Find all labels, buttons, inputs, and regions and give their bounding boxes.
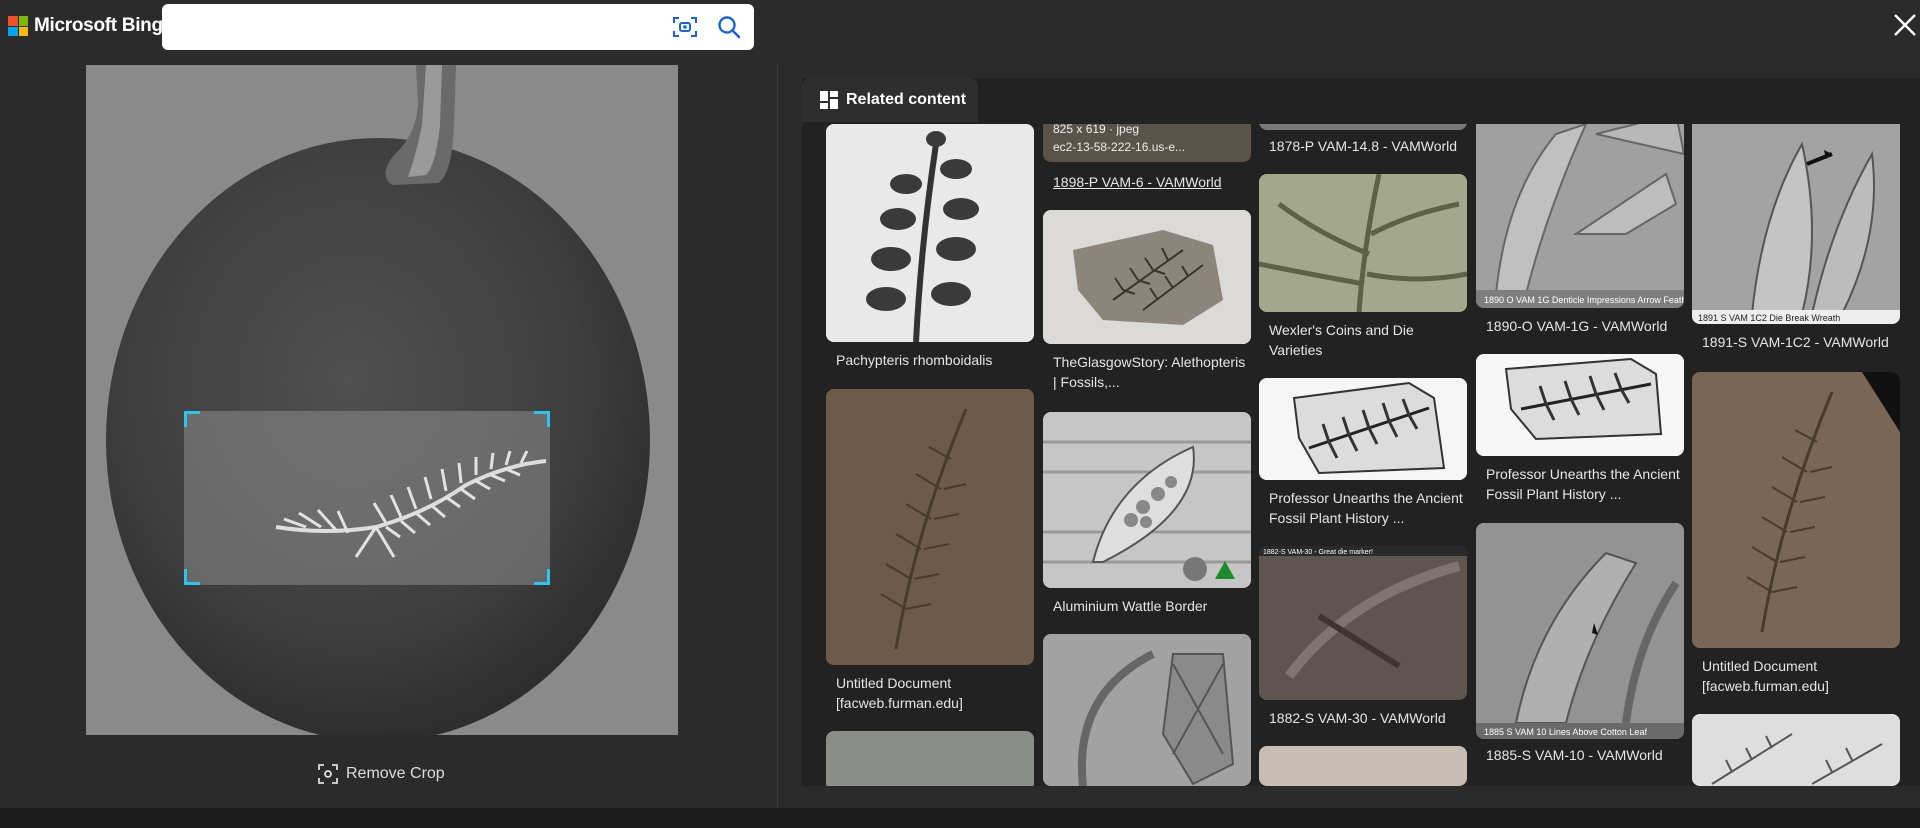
related-content-pane: Related content Pachypteris rhomboidalis… [802,78,1920,786]
result-caption: 1885-S VAM-10 - VAMWorld [1486,747,1663,763]
result-thumbnail [1259,124,1467,130]
crop-handle-top-right[interactable] [534,411,550,427]
result-thumbnail [1043,412,1251,588]
result-caption: Aluminium Wattle Border [1053,598,1208,614]
result-dimensions: 825 x 619 · jpeg [1053,124,1140,136]
result-caption: Professor Unearths the Ancient Fossil Pl… [1269,490,1463,526]
result-source: ec2-13-58-222-16.us-e... [1053,140,1186,154]
tab-label: Related content [846,91,967,108]
result-caption: TheGlasgowStory: Alethopteris | Fossils,… [1053,354,1246,390]
thumb-label: 1882-S VAM-30 - Great die marker! [1263,549,1373,556]
result-thumbnail [826,731,1034,786]
brand-name: Microsoft Bing [34,15,163,36]
remove-crop-button[interactable]: Remove Crop [318,764,445,784]
thumb-label: 1885 S VAM 10 Lines Above Cotton Leaf [1484,727,1647,737]
tab-related-content[interactable]: Related content [802,78,978,122]
result-caption: Untitled Document [facweb.furman.edu] [1702,658,1829,694]
search-input[interactable] [176,12,656,42]
result-thumbnail [1259,174,1467,312]
result-thumbnail [1476,354,1684,456]
search-box [162,4,754,50]
crop-icon [318,764,338,784]
result-caption[interactable]: 1898-P VAM-6 - VAMWorld [1053,172,1247,192]
result-caption: Pachypteris rhomboidalis [836,352,993,368]
bottom-bar [0,808,1920,828]
top-bar: Microsoft Bing [0,0,1920,63]
results-grid: Pachypteris rhomboidalis Untitled Docume… [826,124,1920,786]
thumb-label: 1891 S VAM 1C2 Die Break Wreath [1698,313,1840,323]
result-caption: Wexler's Coins and Die Varieties [1269,322,1414,358]
result-caption: 1878-P VAM-14.8 - VAMWorld [1269,138,1458,154]
crop-handle-bottom-right[interactable] [534,569,550,585]
result-thumbnail: 1882-S VAM-30 - Great die marker! [1259,546,1467,700]
remove-crop-label: Remove Crop [346,765,445,782]
result-thumbnail [1043,210,1251,344]
visual-search-icon[interactable] [672,15,698,39]
grid-icon [820,91,838,109]
result-thumbnail: 1891 S VAM 1C2 Die Break Wreath [1692,124,1900,324]
bing-logo[interactable]: Microsoft Bing [8,15,163,37]
coin-image [86,65,678,735]
result-thumbnail [826,124,1034,342]
image-preview-pane: Remove Crop [0,63,778,808]
microsoft-logo-icon [8,16,28,36]
result-caption: Professor Unearths the Ancient Fossil Pl… [1486,466,1680,502]
close-icon[interactable] [1892,12,1918,38]
search-icon[interactable] [716,14,742,40]
result-caption: Untitled Document [facweb.furman.edu] [836,675,963,711]
result-thumbnail: 1885 S VAM 10 Lines Above Cotton Leaf [1476,523,1684,739]
source-image [86,65,678,735]
result-caption: 1890-O VAM-1G - VAMWorld [1486,318,1668,334]
result-thumbnail [1259,378,1467,480]
crop-handle-top-left[interactable] [184,411,200,427]
result-thumbnail [1043,634,1251,786]
thumb-label: 1890 O VAM 1G Denticle Impressions Arrow… [1484,295,1684,305]
crop-handle-bottom-left[interactable] [184,569,200,585]
result-thumbnail [826,389,1034,665]
result-thumbnail [1259,746,1467,786]
result-thumbnail [1692,714,1900,786]
result-thumbnail: 1890 O VAM 1G Denticle Impressions Arrow… [1476,124,1684,308]
result-thumbnail [1692,372,1900,648]
result-caption: 1891-S VAM-1C2 - VAMWorld [1702,334,1889,350]
result-caption: 1882-S VAM-30 - VAMWorld [1269,710,1446,726]
